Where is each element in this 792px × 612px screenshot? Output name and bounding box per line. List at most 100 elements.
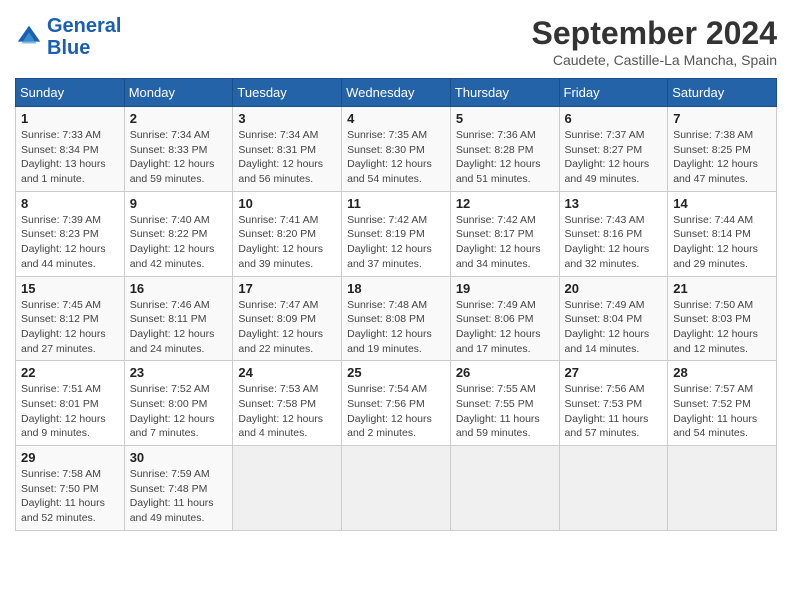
- calendar-cell: 4 Sunrise: 7:35 AM Sunset: 8:30 PM Dayli…: [342, 107, 451, 192]
- day-number: 19: [456, 281, 554, 296]
- day-number: 1: [21, 111, 119, 126]
- day-number: 10: [238, 196, 336, 211]
- weekday-monday: Monday: [124, 79, 233, 107]
- day-info: Sunrise: 7:36 AM Sunset: 8:28 PM Dayligh…: [456, 128, 554, 187]
- calendar-cell: 18 Sunrise: 7:48 AM Sunset: 8:08 PM Dayl…: [342, 276, 451, 361]
- day-info: Sunrise: 7:33 AM Sunset: 8:34 PM Dayligh…: [21, 128, 119, 187]
- day-number: 25: [347, 365, 445, 380]
- calendar-cell: [450, 446, 559, 531]
- calendar-cell: [559, 446, 668, 531]
- day-info: Sunrise: 7:53 AM Sunset: 7:58 PM Dayligh…: [238, 382, 336, 441]
- calendar-cell: 19 Sunrise: 7:49 AM Sunset: 8:06 PM Dayl…: [450, 276, 559, 361]
- calendar-cell: 7 Sunrise: 7:38 AM Sunset: 8:25 PM Dayli…: [668, 107, 777, 192]
- calendar-table: Sunday Monday Tuesday Wednesday Thursday…: [15, 78, 777, 531]
- logo-icon: [15, 23, 43, 51]
- calendar-cell: [668, 446, 777, 531]
- weekday-tuesday: Tuesday: [233, 79, 342, 107]
- weekday-friday: Friday: [559, 79, 668, 107]
- weekday-sunday: Sunday: [16, 79, 125, 107]
- day-number: 3: [238, 111, 336, 126]
- day-info: Sunrise: 7:52 AM Sunset: 8:00 PM Dayligh…: [130, 382, 228, 441]
- calendar-cell: 30 Sunrise: 7:59 AM Sunset: 7:48 PM Dayl…: [124, 446, 233, 531]
- day-info: Sunrise: 7:40 AM Sunset: 8:22 PM Dayligh…: [130, 213, 228, 272]
- day-number: 28: [673, 365, 771, 380]
- weekday-saturday: Saturday: [668, 79, 777, 107]
- day-number: 12: [456, 196, 554, 211]
- day-info: Sunrise: 7:48 AM Sunset: 8:08 PM Dayligh…: [347, 298, 445, 357]
- day-info: Sunrise: 7:45 AM Sunset: 8:12 PM Dayligh…: [21, 298, 119, 357]
- day-number: 15: [21, 281, 119, 296]
- day-number: 13: [565, 196, 663, 211]
- day-number: 29: [21, 450, 119, 465]
- calendar-cell: 2 Sunrise: 7:34 AM Sunset: 8:33 PM Dayli…: [124, 107, 233, 192]
- day-info: Sunrise: 7:47 AM Sunset: 8:09 PM Dayligh…: [238, 298, 336, 357]
- day-number: 23: [130, 365, 228, 380]
- day-number: 2: [130, 111, 228, 126]
- day-info: Sunrise: 7:43 AM Sunset: 8:16 PM Dayligh…: [565, 213, 663, 272]
- calendar-cell: 29 Sunrise: 7:58 AM Sunset: 7:50 PM Dayl…: [16, 446, 125, 531]
- month-title: September 2024: [532, 15, 777, 52]
- day-info: Sunrise: 7:56 AM Sunset: 7:53 PM Dayligh…: [565, 382, 663, 441]
- day-number: 17: [238, 281, 336, 296]
- day-info: Sunrise: 7:34 AM Sunset: 8:33 PM Dayligh…: [130, 128, 228, 187]
- day-number: 20: [565, 281, 663, 296]
- day-number: 6: [565, 111, 663, 126]
- day-info: Sunrise: 7:37 AM Sunset: 8:27 PM Dayligh…: [565, 128, 663, 187]
- day-number: 9: [130, 196, 228, 211]
- day-info: Sunrise: 7:41 AM Sunset: 8:20 PM Dayligh…: [238, 213, 336, 272]
- calendar-cell: 16 Sunrise: 7:46 AM Sunset: 8:11 PM Dayl…: [124, 276, 233, 361]
- calendar-cell: 24 Sunrise: 7:53 AM Sunset: 7:58 PM Dayl…: [233, 361, 342, 446]
- location: Caudete, Castille-La Mancha, Spain: [532, 52, 777, 68]
- day-info: Sunrise: 7:34 AM Sunset: 8:31 PM Dayligh…: [238, 128, 336, 187]
- day-number: 24: [238, 365, 336, 380]
- calendar-cell: 1 Sunrise: 7:33 AM Sunset: 8:34 PM Dayli…: [16, 107, 125, 192]
- calendar-cell: 23 Sunrise: 7:52 AM Sunset: 8:00 PM Dayl…: [124, 361, 233, 446]
- day-info: Sunrise: 7:42 AM Sunset: 8:19 PM Dayligh…: [347, 213, 445, 272]
- calendar-cell: [233, 446, 342, 531]
- calendar-body: 1 Sunrise: 7:33 AM Sunset: 8:34 PM Dayli…: [16, 107, 777, 531]
- day-info: Sunrise: 7:46 AM Sunset: 8:11 PM Dayligh…: [130, 298, 228, 357]
- day-number: 8: [21, 196, 119, 211]
- weekday-thursday: Thursday: [450, 79, 559, 107]
- title-block: September 2024 Caudete, Castille-La Manc…: [532, 15, 777, 68]
- calendar-cell: 21 Sunrise: 7:50 AM Sunset: 8:03 PM Dayl…: [668, 276, 777, 361]
- day-number: 30: [130, 450, 228, 465]
- calendar-cell: 8 Sunrise: 7:39 AM Sunset: 8:23 PM Dayli…: [16, 191, 125, 276]
- calendar-cell: 11 Sunrise: 7:42 AM Sunset: 8:19 PM Dayl…: [342, 191, 451, 276]
- day-number: 26: [456, 365, 554, 380]
- calendar-cell: 20 Sunrise: 7:49 AM Sunset: 8:04 PM Dayl…: [559, 276, 668, 361]
- calendar-cell: 3 Sunrise: 7:34 AM Sunset: 8:31 PM Dayli…: [233, 107, 342, 192]
- page-header: General Blue September 2024 Caudete, Cas…: [15, 15, 777, 68]
- calendar-cell: 9 Sunrise: 7:40 AM Sunset: 8:22 PM Dayli…: [124, 191, 233, 276]
- logo-text: General Blue: [47, 15, 121, 59]
- calendar-cell: 14 Sunrise: 7:44 AM Sunset: 8:14 PM Dayl…: [668, 191, 777, 276]
- calendar-cell: 25 Sunrise: 7:54 AM Sunset: 7:56 PM Dayl…: [342, 361, 451, 446]
- calendar-cell: 6 Sunrise: 7:37 AM Sunset: 8:27 PM Dayli…: [559, 107, 668, 192]
- calendar-cell: 10 Sunrise: 7:41 AM Sunset: 8:20 PM Dayl…: [233, 191, 342, 276]
- day-info: Sunrise: 7:59 AM Sunset: 7:48 PM Dayligh…: [130, 467, 228, 526]
- calendar-cell: 5 Sunrise: 7:36 AM Sunset: 8:28 PM Dayli…: [450, 107, 559, 192]
- day-info: Sunrise: 7:49 AM Sunset: 8:06 PM Dayligh…: [456, 298, 554, 357]
- day-number: 16: [130, 281, 228, 296]
- weekday-wednesday: Wednesday: [342, 79, 451, 107]
- day-info: Sunrise: 7:58 AM Sunset: 7:50 PM Dayligh…: [21, 467, 119, 526]
- day-info: Sunrise: 7:54 AM Sunset: 7:56 PM Dayligh…: [347, 382, 445, 441]
- day-number: 18: [347, 281, 445, 296]
- day-number: 22: [21, 365, 119, 380]
- day-info: Sunrise: 7:57 AM Sunset: 7:52 PM Dayligh…: [673, 382, 771, 441]
- day-info: Sunrise: 7:55 AM Sunset: 7:55 PM Dayligh…: [456, 382, 554, 441]
- day-info: Sunrise: 7:38 AM Sunset: 8:25 PM Dayligh…: [673, 128, 771, 187]
- calendar-cell: 27 Sunrise: 7:56 AM Sunset: 7:53 PM Dayl…: [559, 361, 668, 446]
- day-info: Sunrise: 7:44 AM Sunset: 8:14 PM Dayligh…: [673, 213, 771, 272]
- logo: General Blue: [15, 15, 121, 59]
- day-info: Sunrise: 7:49 AM Sunset: 8:04 PM Dayligh…: [565, 298, 663, 357]
- calendar-cell: 15 Sunrise: 7:45 AM Sunset: 8:12 PM Dayl…: [16, 276, 125, 361]
- calendar-cell: [342, 446, 451, 531]
- calendar-header: Sunday Monday Tuesday Wednesday Thursday…: [16, 79, 777, 107]
- day-info: Sunrise: 7:35 AM Sunset: 8:30 PM Dayligh…: [347, 128, 445, 187]
- calendar-cell: 17 Sunrise: 7:47 AM Sunset: 8:09 PM Dayl…: [233, 276, 342, 361]
- calendar-cell: 22 Sunrise: 7:51 AM Sunset: 8:01 PM Dayl…: [16, 361, 125, 446]
- calendar-cell: 28 Sunrise: 7:57 AM Sunset: 7:52 PM Dayl…: [668, 361, 777, 446]
- day-number: 4: [347, 111, 445, 126]
- day-info: Sunrise: 7:51 AM Sunset: 8:01 PM Dayligh…: [21, 382, 119, 441]
